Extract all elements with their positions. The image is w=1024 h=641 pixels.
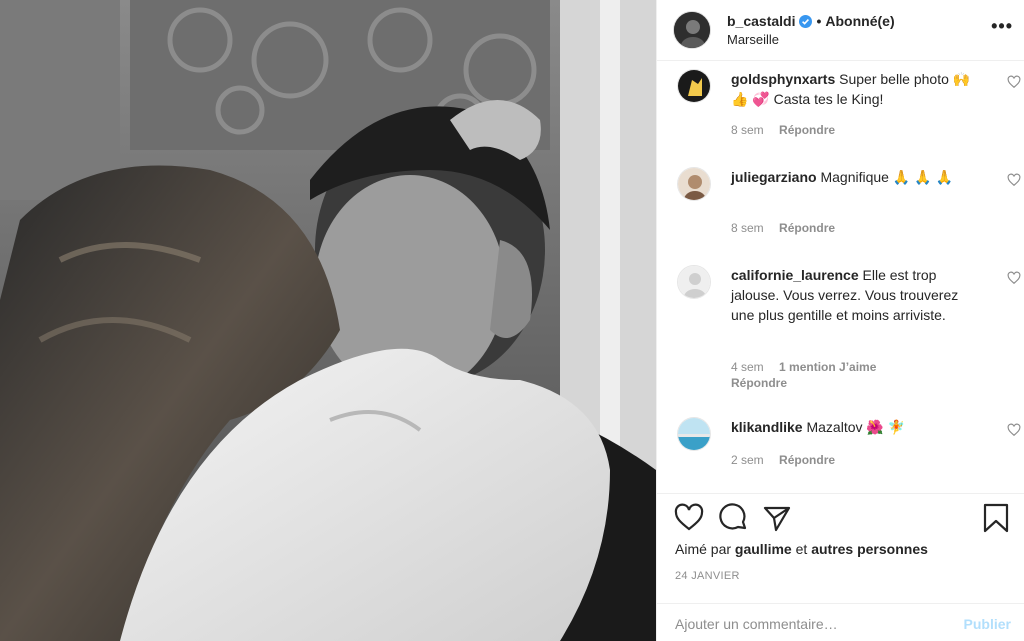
comment-bubble-icon[interactable] (717, 502, 749, 534)
like-comment-heart-icon[interactable] (1007, 423, 1021, 437)
liked-by-others[interactable]: autres personnes (811, 541, 928, 557)
post-date[interactable]: 24 JANVIER (675, 570, 740, 582)
verified-badge-icon (799, 14, 813, 28)
comment-footer: 8 sem Répondre (731, 123, 847, 137)
liked-by-and: et (795, 541, 808, 557)
comment-like-count[interactable]: 1 mention J’aime (779, 360, 876, 374)
commenter-avatar[interactable] (677, 265, 711, 299)
separator-dot: • (816, 13, 822, 29)
more-options-icon[interactable]: ••• (991, 16, 1013, 37)
comment-text: Magnifique 🙏 🙏 🙏 (820, 169, 953, 185)
like-comment-heart-icon[interactable] (1007, 173, 1021, 187)
comments-list[interactable]: goldsphynxarts Super belle photo 🙌 👍 💞 C… (657, 61, 1024, 493)
post-header: b_castaldi • Abonné(e) Marseille ••• (657, 0, 1024, 61)
commenter-avatar[interactable] (677, 167, 711, 201)
liked-by-prefix: Aimé par (675, 541, 732, 557)
comment-time: 8 sem (731, 123, 764, 137)
comment-footer: 4 sem 1 mention J’aime (731, 360, 888, 374)
author-username[interactable]: b_castaldi (727, 13, 795, 29)
reply-button[interactable]: Répondre (779, 123, 835, 137)
reply-button[interactable]: Répondre (779, 453, 835, 467)
post-actions: Aimé par gaullime et autres personnes 24… (657, 493, 1024, 603)
comment-body: klikandlike Mazaltov 🌺 🧚 (731, 417, 981, 437)
add-comment-bar: Publier (657, 603, 1024, 641)
comment-username[interactable]: californie_laurence (731, 267, 859, 283)
comment-footer-reply: Répondre (731, 376, 799, 390)
post-photo[interactable] (0, 0, 656, 641)
comment-body: californie_laurence Elle est trop jalous… (731, 265, 981, 325)
commenter-avatar[interactable] (677, 69, 711, 103)
action-icons (673, 502, 805, 534)
share-send-icon[interactable] (761, 502, 793, 534)
comment-time: 2 sem (731, 453, 764, 467)
like-heart-icon[interactable] (673, 502, 705, 534)
bookmark-icon[interactable] (981, 502, 1011, 534)
comment-body: juliegarziano Magnifique 🙏 🙏 🙏 (731, 167, 981, 187)
post-location[interactable]: Marseille (727, 32, 895, 47)
follow-status-button[interactable]: Abonné(e) (825, 13, 894, 29)
author-meta: b_castaldi • Abonné(e) Marseille (727, 13, 895, 47)
liked-by-summary[interactable]: Aimé par gaullime et autres personnes (675, 541, 928, 557)
comment-time: 4 sem (731, 360, 764, 374)
comment-text: Mazaltov 🌺 🧚 (806, 419, 906, 435)
commenter-avatar[interactable] (677, 417, 711, 451)
comment-footer: 2 sem Répondre (731, 453, 847, 467)
like-comment-heart-icon[interactable] (1007, 75, 1021, 89)
liked-by-user[interactable]: gaullime (735, 541, 792, 557)
add-comment-input[interactable] (675, 614, 945, 634)
author-avatar[interactable] (673, 11, 711, 49)
photo-image (0, 0, 656, 641)
reply-button[interactable]: Répondre (731, 376, 787, 390)
comment-username[interactable]: juliegarziano (731, 169, 817, 185)
comment-footer: 8 sem Répondre (731, 221, 847, 235)
author-line: b_castaldi • Abonné(e) (727, 13, 895, 29)
reply-button[interactable]: Répondre (779, 221, 835, 235)
comment-username[interactable]: klikandlike (731, 419, 803, 435)
comment-time: 8 sem (731, 221, 764, 235)
comment-username[interactable]: goldsphynxarts (731, 71, 835, 87)
comment-body: goldsphynxarts Super belle photo 🙌 👍 💞 C… (731, 69, 981, 109)
publish-button[interactable]: Publier (964, 616, 1011, 632)
post-panel: b_castaldi • Abonné(e) Marseille ••• gol… (656, 0, 1024, 641)
like-comment-heart-icon[interactable] (1007, 271, 1021, 285)
